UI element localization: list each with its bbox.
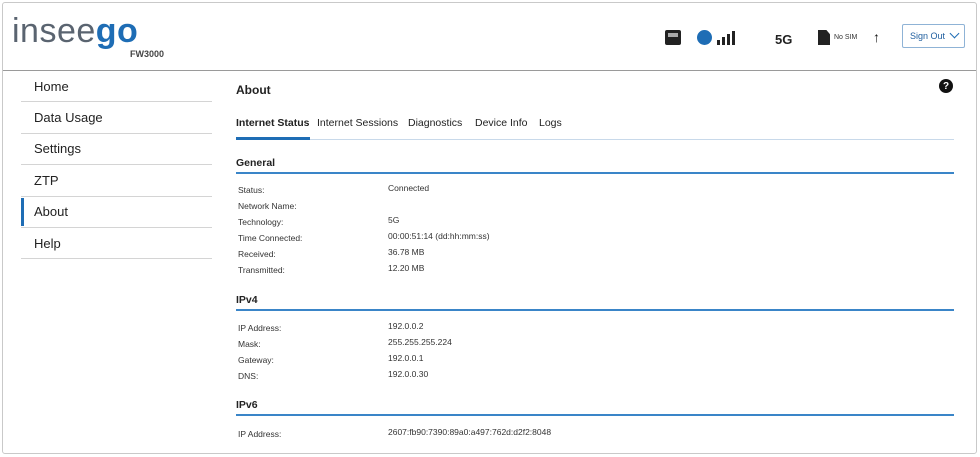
upload-arrow-icon: ↑ <box>873 29 880 45</box>
sign-out-label: Sign Out <box>910 31 946 41</box>
sidebar-item-about[interactable]: About <box>21 197 212 228</box>
page-title: About <box>236 83 271 97</box>
field-label: Mask: <box>238 339 261 349</box>
field-value: 36.78 MB <box>388 247 425 257</box>
tab-internet-status[interactable]: Internet Status <box>236 117 310 140</box>
app-window: inseego FW3000 5G No SIM ↑ Sign Out Home… <box>2 2 977 454</box>
field-label: Technology: <box>238 217 284 227</box>
field-label: Gateway: <box>238 355 274 365</box>
field-value: Connected <box>388 183 430 193</box>
tab-bar: Internet Status Internet Sessions Diagno… <box>236 117 954 140</box>
sidebar-item-label: ZTP <box>34 172 59 188</box>
field-label: Received: <box>238 249 276 259</box>
field-value: 5G <box>388 215 400 225</box>
field-label: DNS: <box>238 371 259 381</box>
field-label: Network Name: <box>238 201 297 211</box>
inseego-logo: inseego <box>12 12 139 50</box>
section-general-heading: General <box>236 157 954 174</box>
sidebar-item-help[interactable]: Help <box>21 228 212 260</box>
field-value: 192.0.0.1 <box>388 353 424 363</box>
sidebar-item-home[interactable]: Home <box>21 71 212 103</box>
field-label: Status: <box>238 185 265 195</box>
field-value: 00:00:51:14 (dd:hh:mm:ss) <box>388 231 490 241</box>
sim-status: No SIM <box>834 34 858 41</box>
sidebar-item-label: Help <box>34 235 61 251</box>
field-value: 12.20 MB <box>388 263 425 273</box>
field-label: Time Connected: <box>238 233 303 243</box>
sidebar-item-label: Data Usage <box>34 110 103 126</box>
sign-out-button[interactable]: Sign Out <box>902 24 965 48</box>
tab-logs[interactable]: Logs <box>539 117 562 139</box>
field-value: 255.255.255.224 <box>388 337 452 347</box>
sidebar-item-label: About <box>34 204 68 220</box>
sidebar-item-label: Home <box>34 78 69 94</box>
router-icon <box>665 30 681 45</box>
sidebar-item-ztp[interactable]: ZTP <box>21 165 212 197</box>
chevron-down-icon <box>949 28 960 39</box>
tab-internet-sessions[interactable]: Internet Sessions <box>317 117 398 139</box>
sidebar-nav: Home Data Usage Settings ZTP About Help <box>21 71 212 260</box>
top-header: inseego FW3000 5G No SIM ↑ Sign Out <box>3 3 976 71</box>
signal-strength-icon <box>697 28 737 46</box>
field-label: Transmitted: <box>238 265 285 275</box>
section-ipv4-heading: IPv4 <box>236 294 954 311</box>
sim-icon <box>818 30 830 45</box>
model-name: FW3000 <box>130 49 165 59</box>
field-value: 2607:fb90:7390:89a0:a497:762d:d2f2:8048 <box>388 427 552 437</box>
section-ipv6-heading: IPv6 <box>236 399 954 416</box>
tab-device-info[interactable]: Device Info <box>475 117 528 139</box>
sidebar-item-data-usage[interactable]: Data Usage <box>21 102 212 134</box>
field-label: IP Address: <box>238 429 282 439</box>
help-icon[interactable]: ? <box>939 79 953 93</box>
network-type: 5G <box>775 32 793 47</box>
sidebar-item-settings[interactable]: Settings <box>21 134 212 166</box>
field-value: 192.0.0.30 <box>388 369 429 379</box>
field-label: IP Address: <box>238 323 282 333</box>
sidebar-item-label: Settings <box>34 141 81 157</box>
field-value: 192.0.0.2 <box>388 321 424 331</box>
tab-diagnostics[interactable]: Diagnostics <box>408 117 462 139</box>
